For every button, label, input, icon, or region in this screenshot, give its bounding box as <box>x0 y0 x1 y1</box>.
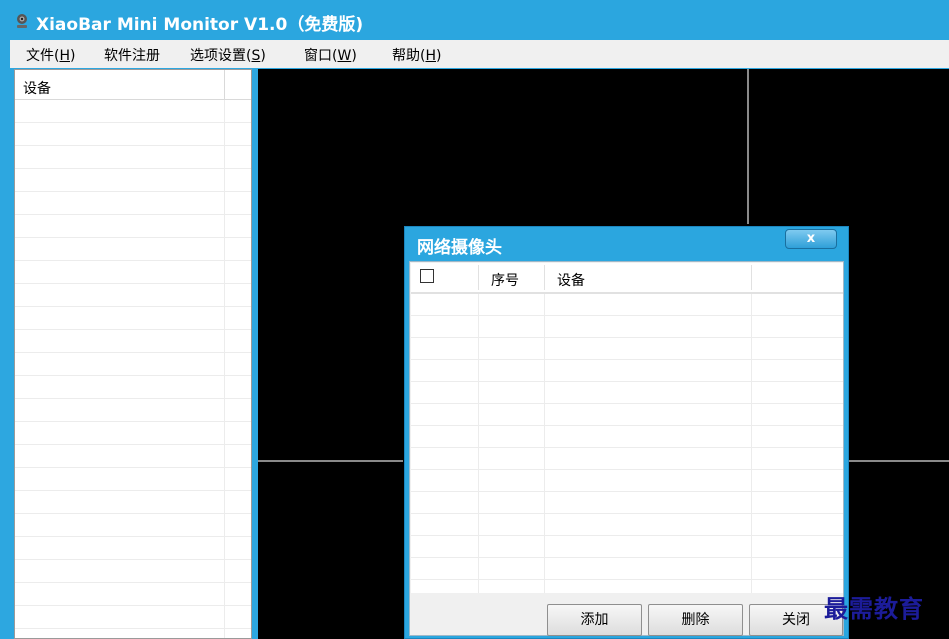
menu-register[interactable]: 软件注册 <box>104 45 160 65</box>
menu-file-label: 文件( <box>26 48 60 64</box>
camera-list-header: 序号 设备 <box>411 263 843 294</box>
column-divider <box>224 100 225 638</box>
column-divider <box>544 294 545 593</box>
camera-list[interactable]: 序号 设备 <box>411 263 843 593</box>
grid-divider-horizontal-left <box>258 460 403 462</box>
menu-file[interactable]: 文件(H) <box>26 45 75 65</box>
menu-help-label: 帮助( <box>392 48 426 64</box>
menu-bar: 文件(H) 软件注册 选项设置(S) 窗口(W) 帮助(H) <box>10 40 949 68</box>
device-list-header[interactable]: 设备 <box>15 70 251 100</box>
device-list[interactable]: 设备 <box>14 69 252 639</box>
dialog-close-button[interactable]: x <box>785 229 837 249</box>
column-divider <box>544 265 545 290</box>
webcam-icon <box>17 14 27 28</box>
menu-window[interactable]: 窗口(W) <box>304 45 357 65</box>
dialog-body: 序号 设备 添加 删除 关闭 <box>409 261 844 636</box>
menu-window-label: 窗口( <box>304 48 338 64</box>
column-divider <box>751 265 752 290</box>
menu-window-suffix: ) <box>351 48 357 64</box>
column-divider <box>224 70 225 100</box>
menu-options-label: 选项设置( <box>190 48 252 64</box>
title-bar: XiaoBar Mini Monitor V1.0（免费版) <box>0 0 949 40</box>
device-list-body[interactable] <box>15 100 251 638</box>
network-camera-dialog: 网络摄像头 x 序号 设备 添加 删除 关闭 <box>404 226 849 639</box>
menu-options[interactable]: 选项设置(S) <box>190 45 266 65</box>
menu-options-suffix: ) <box>260 48 266 64</box>
column-divider <box>478 265 479 290</box>
menu-help[interactable]: 帮助(H) <box>392 45 441 65</box>
column-divider <box>751 294 752 593</box>
menu-file-hotkey: H <box>59 48 70 64</box>
add-button[interactable]: 添加 <box>547 604 642 636</box>
grid-divider-vertical <box>747 69 749 224</box>
menu-window-hotkey: W <box>337 48 352 64</box>
menu-help-suffix: ) <box>436 48 442 64</box>
watermark: 最需教育 <box>824 594 924 623</box>
menu-help-hotkey: H <box>425 48 436 64</box>
select-all-checkbox[interactable] <box>420 269 434 283</box>
column-divider <box>478 294 479 593</box>
dialog-title: 网络摄像头 <box>417 238 502 258</box>
camera-list-rows[interactable] <box>411 294 843 593</box>
window-title: XiaoBar Mini Monitor V1.0（免费版) <box>36 15 364 35</box>
menu-file-suffix: ) <box>70 48 76 64</box>
device-column-header[interactable]: 设备 <box>23 78 51 98</box>
column-header-device[interactable]: 设备 <box>557 270 585 290</box>
grid-divider-horizontal-right <box>849 460 949 462</box>
delete-button[interactable]: 删除 <box>648 604 743 636</box>
column-header-seq[interactable]: 序号 <box>491 270 519 290</box>
